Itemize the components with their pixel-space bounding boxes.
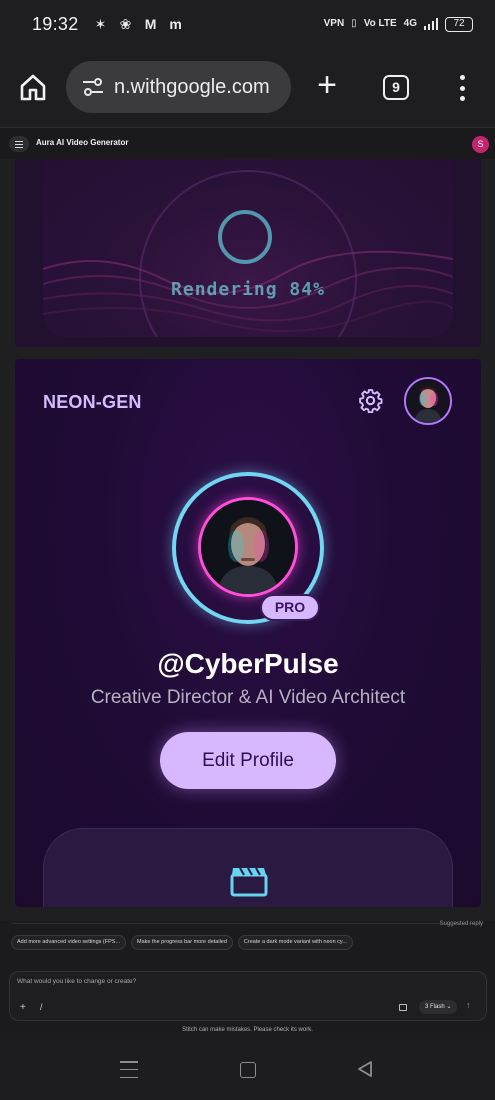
pro-badge: PRO: [260, 594, 320, 621]
home-nav-icon[interactable]: [240, 1062, 256, 1078]
recents-icon[interactable]: [120, 1061, 138, 1078]
status-bar: 19:32 ✶ ❀ M m VPN ▯ Vo LTE 4G 72: [0, 0, 495, 48]
suggestion-chip[interactable]: Make the progress bar more detailed: [131, 935, 233, 950]
app-header: Aura AI Video Generator S: [0, 127, 495, 159]
network-4g-icon: 4G: [403, 18, 417, 29]
header-avatar[interactable]: [404, 377, 452, 425]
address-bar[interactable]: n.withgoogle.com: [66, 61, 291, 113]
divider: [12, 923, 482, 924]
vpn-icon: VPN: [323, 18, 345, 29]
browser-toolbar: n.withgoogle.com + 9: [0, 48, 495, 126]
site-settings-icon[interactable]: [82, 77, 104, 97]
gmail-icon: M: [144, 16, 157, 32]
portrait-image: [406, 379, 450, 423]
attach-image-icon[interactable]: [399, 1004, 407, 1011]
signal-icon: [424, 18, 438, 30]
render-visual: Rendering 84%: [43, 159, 453, 337]
profile-role: Creative Director & AI Video Architect: [90, 687, 406, 708]
app-title: Aura AI Video Generator: [36, 138, 129, 147]
clapperboard-icon: [230, 867, 268, 897]
design-preview[interactable]: Rendering 84% NEON-GEN PRO @CyberPulse C…: [0, 159, 495, 921]
battery-icon: 72: [445, 16, 473, 32]
video-panel: [43, 828, 453, 907]
slash-command-icon[interactable]: /: [40, 1002, 43, 1012]
menu-icon[interactable]: [9, 136, 29, 152]
settings-gear-icon[interactable]: [358, 388, 383, 413]
profile-avatar: [198, 497, 298, 597]
prompt-input[interactable]: [17, 978, 417, 985]
new-tab-button[interactable]: +: [312, 68, 342, 104]
back-icon[interactable]: [356, 1060, 374, 1078]
status-time: 19:32: [32, 13, 79, 34]
edit-profile-button[interactable]: Edit Profile: [160, 732, 336, 789]
assistant-panel: Suggested reply Add more advanced video …: [0, 921, 495, 1039]
notification-app-icon: ✶: [94, 15, 107, 32]
suggestion-chips: Add more advanced video settings (FPS...…: [11, 935, 353, 950]
volte-icon: Vo LTE: [363, 18, 397, 29]
render-progress-text: Rendering 84%: [171, 279, 325, 300]
profile-portrait-image: [201, 500, 295, 594]
home-icon[interactable]: [18, 72, 48, 102]
suggestion-chip[interactable]: Create a dark mode variant with neon cy.…: [237, 935, 353, 950]
prompt-box: + / 3 Flash ⌄ ↑: [9, 971, 487, 1021]
suggested-reply-label: Suggested reply: [439, 921, 483, 927]
user-avatar[interactable]: S: [472, 136, 489, 153]
system-indicators: VPN ▯ Vo LTE 4G 72: [323, 16, 473, 32]
tab-switcher-button[interactable]: 9: [383, 75, 409, 100]
profile-handle: @CyberPulse: [157, 648, 339, 679]
add-icon[interactable]: +: [20, 1002, 26, 1013]
m-app-icon: m: [169, 16, 182, 32]
url-text[interactable]: n.withgoogle.com: [114, 76, 270, 99]
system-nav-bar: [0, 1039, 495, 1100]
vibrate-icon: ▯: [351, 18, 357, 29]
notification-icons: ✶ ❀ M m: [93, 16, 184, 33]
disclaimer-text: Stitch can make mistakes. Please check i…: [182, 1027, 313, 1033]
send-icon[interactable]: ↑: [466, 1000, 471, 1010]
chatgpt-icon: ❀: [119, 15, 132, 32]
profile-card: NEON-GEN PRO @CyberPulse Creative Direct…: [15, 359, 481, 907]
render-waves-graphic: [43, 170, 453, 337]
model-selector[interactable]: 3 Flash ⌄: [419, 1000, 458, 1014]
suggestion-chip[interactable]: Add more advanced video settings (FPS...: [11, 935, 127, 950]
more-options-icon[interactable]: [452, 73, 472, 103]
brand-logo: NEON-GEN: [43, 392, 142, 412]
render-preview-card: Rendering 84%: [15, 159, 481, 347]
